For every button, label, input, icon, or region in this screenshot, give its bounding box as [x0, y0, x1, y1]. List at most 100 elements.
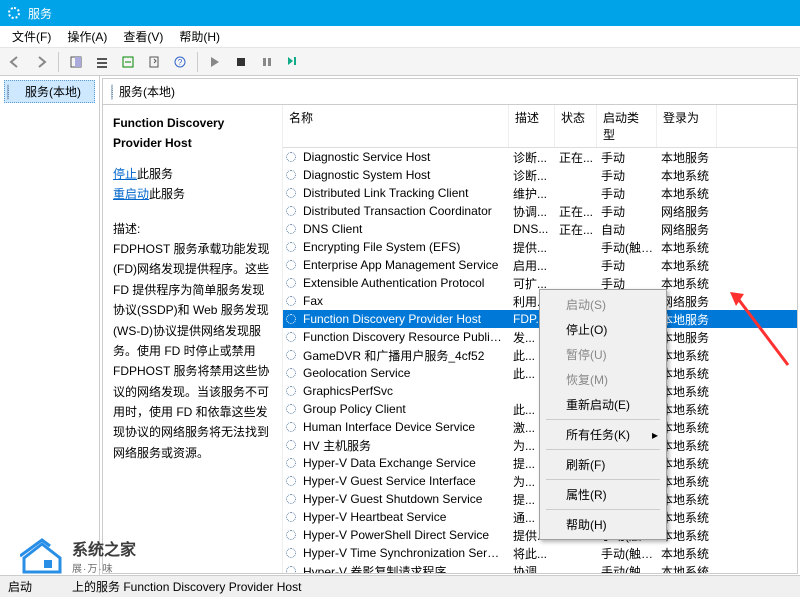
cell-startup: 手动 — [597, 149, 657, 166]
cell-logon: 本地系统 — [657, 257, 717, 274]
cell-desc: DNS... — [509, 222, 555, 236]
column-headers: 名称 描述 状态 启动类型 登录为 — [283, 105, 797, 148]
watermark-text-2: 展·万·味 — [72, 560, 136, 575]
col-name[interactable]: 名称 — [283, 105, 509, 147]
tree-pane: 服务(本地) — [0, 76, 100, 576]
cell-logon: 本地系统 — [657, 239, 717, 256]
cell-name: Hyper-V 卷影复制请求程序 — [299, 563, 509, 574]
gear-icon — [283, 476, 299, 486]
gear-icon — [283, 548, 299, 558]
gear-icon — [283, 296, 299, 306]
cell-startup: 自动 — [597, 221, 657, 238]
stop-button[interactable] — [230, 51, 252, 73]
cell-name: Function Discovery Provider Host — [299, 312, 509, 326]
cell-name: HV 主机服务 — [299, 437, 509, 454]
back-button[interactable] — [4, 51, 26, 73]
col-logon[interactable]: 登录为 — [657, 105, 717, 147]
cell-logon: 本地系统 — [657, 563, 717, 574]
menu-file[interactable]: 文件(F) — [4, 26, 59, 47]
restart-link[interactable]: 重启动 — [113, 187, 149, 201]
app-icon — [6, 5, 22, 21]
panel-title: 服务(本地) — [119, 83, 175, 100]
pause-button[interactable] — [256, 51, 278, 73]
ctx-pause[interactable]: 暂停(U) — [542, 342, 664, 367]
play-button[interactable] — [204, 51, 226, 73]
cell-desc: 提供... — [509, 239, 555, 256]
ctx-resume[interactable]: 恢复(M) — [542, 367, 664, 392]
cell-status: 正在... — [555, 221, 597, 238]
ctx-help[interactable]: 帮助(H) — [542, 512, 664, 537]
cell-name: DNS Client — [299, 222, 509, 236]
service-row[interactable]: Diagnostic System Host诊断...手动本地系统 — [283, 166, 797, 184]
cell-logon: 网络服务 — [657, 221, 717, 238]
service-row[interactable]: Hyper-V 卷影复制请求程序协调... 手动(触发...本地系统 — [283, 562, 797, 573]
cell-name: Hyper-V Heartbeat Service — [299, 510, 509, 524]
gear-icon — [283, 206, 299, 216]
service-row[interactable]: Distributed Transaction Coordinator协调...… — [283, 202, 797, 220]
gear-icon — [283, 170, 299, 180]
context-menu: 启动(S) 停止(O) 暂停(U) 恢复(M) 重新启动(E) 所有任务(K)▸… — [539, 289, 667, 540]
ctx-all-tasks[interactable]: 所有任务(K)▸ — [542, 422, 664, 447]
cell-name: Fax — [299, 294, 509, 308]
gear-icon — [283, 314, 299, 324]
cell-startup: 手动 — [597, 257, 657, 274]
show-hide-button[interactable] — [65, 51, 87, 73]
cell-startup: 手动 — [597, 185, 657, 202]
ctx-restart[interactable]: 重新启动(E) — [542, 392, 664, 417]
col-status[interactable]: 状态 — [555, 105, 597, 147]
statusbar: 启动 上的服务 Function Discovery Provider Host — [0, 575, 800, 597]
tree-root[interactable]: 服务(本地) — [4, 80, 95, 103]
cell-name: Hyper-V Data Exchange Service — [299, 456, 509, 470]
gear-icon — [283, 512, 299, 522]
refresh-button[interactable] — [117, 51, 139, 73]
desc-text: FDPHOST 服务承载功能发现(FD)网络发现提供程序。这些 FD 提供程序为… — [113, 239, 272, 463]
service-row[interactable]: Hyper-V Time Synchronization Service将此..… — [283, 544, 797, 562]
menu-view[interactable]: 查看(V) — [115, 26, 171, 47]
gear-icon — [283, 224, 299, 234]
gear-icon — [283, 242, 299, 252]
details-button[interactable] — [91, 51, 113, 73]
cell-startup: 手动(触发... — [597, 239, 657, 256]
gear-icon — [283, 458, 299, 468]
forward-button[interactable] — [30, 51, 52, 73]
house-icon — [20, 538, 64, 574]
cell-name: GraphicsPerfSvc — [299, 384, 509, 398]
ctx-stop[interactable]: 停止(O) — [542, 317, 664, 342]
cell-name: Hyper-V PowerShell Direct Service — [299, 528, 509, 542]
ctx-start[interactable]: 启动(S) — [542, 292, 664, 317]
cell-name: Hyper-V Guest Shutdown Service — [299, 492, 509, 506]
cell-startup: 手动(触发... — [597, 545, 657, 562]
ctx-properties[interactable]: 属性(R) — [542, 482, 664, 507]
cell-desc: 协调... — [509, 203, 555, 220]
service-row[interactable]: DNS ClientDNS...正在...自动网络服务 — [283, 220, 797, 238]
service-row[interactable]: Encrypting File System (EFS)提供...手动(触发..… — [283, 238, 797, 256]
menu-help[interactable]: 帮助(H) — [171, 26, 228, 47]
service-row[interactable]: Enterprise App Management Service启用...手动… — [283, 256, 797, 274]
menu-action[interactable]: 操作(A) — [59, 26, 115, 47]
cell-desc: 维护... — [509, 185, 555, 202]
cell-startup: 手动(触发... — [597, 563, 657, 574]
watermark: 系统之家 展·万·味 — [20, 536, 136, 575]
cell-desc: 启用... — [509, 257, 555, 274]
col-desc[interactable]: 描述 — [509, 105, 555, 147]
cell-status: 正在... — [555, 149, 597, 166]
desc-label: 描述: — [113, 219, 272, 239]
stop-link[interactable]: 停止 — [113, 167, 137, 181]
service-row[interactable]: Distributed Link Tracking Client维护...手动本… — [283, 184, 797, 202]
cell-desc: 协调... — [509, 563, 555, 574]
gear-icon — [283, 332, 299, 342]
cell-name: Distributed Link Tracking Client — [299, 186, 509, 200]
gear-icon — [283, 494, 299, 504]
gear-icon — [283, 440, 299, 450]
cell-name: Diagnostic Service Host — [299, 150, 509, 164]
ctx-refresh[interactable]: 刷新(F) — [542, 452, 664, 477]
col-startup[interactable]: 启动类型 — [597, 105, 657, 147]
export-button[interactable] — [143, 51, 165, 73]
cell-logon: 网络服务 — [657, 203, 717, 220]
help-button[interactable]: ? — [169, 51, 191, 73]
service-row[interactable]: Diagnostic Service Host诊断...正在...手动本地服务 — [283, 148, 797, 166]
cell-desc: 诊断... — [509, 149, 555, 166]
gear-icon — [283, 404, 299, 414]
restart-button[interactable] — [282, 51, 304, 73]
gear-icon — [283, 350, 299, 360]
